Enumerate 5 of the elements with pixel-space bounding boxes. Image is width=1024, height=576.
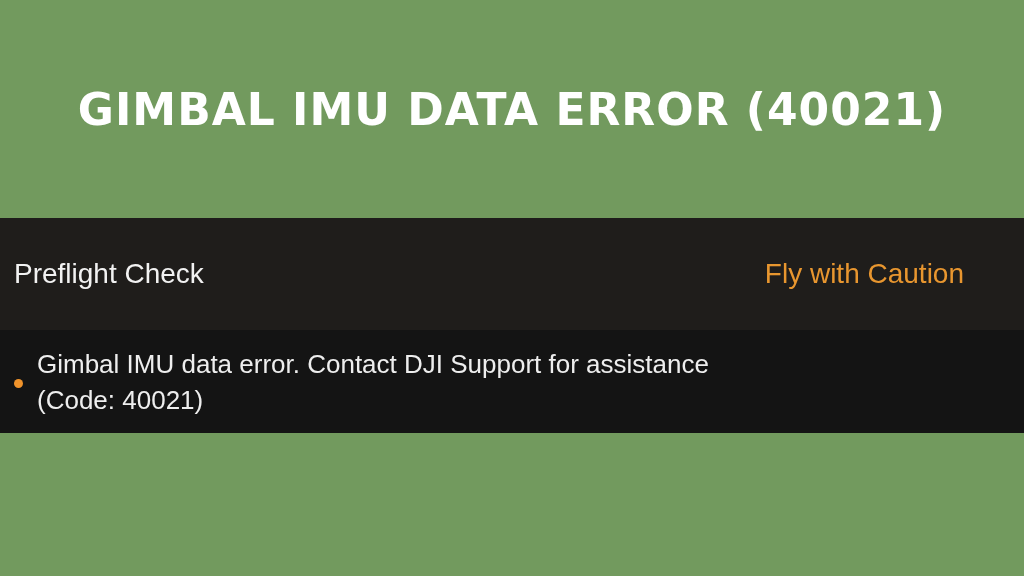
status-text: Fly with Caution [764, 258, 964, 290]
warning-dot [14, 378, 23, 388]
panel-title: Preflight Check [14, 258, 204, 290]
headline: GIMBAL IMU DATA ERROR (40021) [77, 83, 947, 135]
warning-message: Gimbal IMU data error. Contact DJI Support for assistance (Code: 40021) [37, 347, 710, 417]
